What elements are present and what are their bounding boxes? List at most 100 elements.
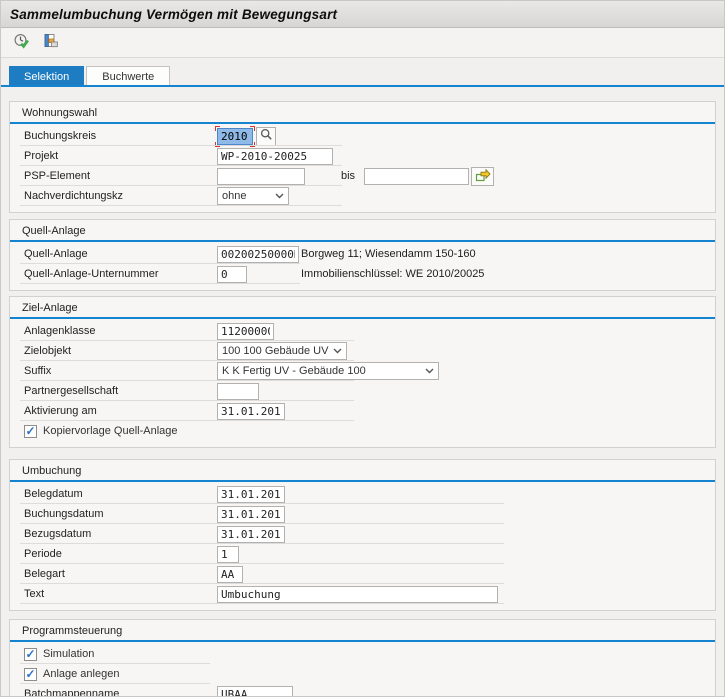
checkmark-icon: ✓	[25, 425, 35, 437]
buchungsdatum-input[interactable]	[217, 506, 285, 523]
projekt-label: Projekt	[24, 150, 217, 162]
group-umbuchung: Umbuchung Belegdatum Buchungsdatum Bezug…	[9, 459, 716, 611]
field-row-anlagenklasse: Anlagenklasse	[24, 321, 715, 341]
simulation-label: Simulation	[43, 648, 94, 660]
execute-button[interactable]	[10, 32, 32, 54]
belegart-label: Belegart	[24, 568, 217, 580]
psp-to-input[interactable]	[364, 168, 469, 185]
field-row-anlage-anlegen: ✓ Anlage anlegen	[24, 664, 715, 684]
belegdatum-label: Belegdatum	[24, 488, 217, 500]
sap-window: Sammelumbuchung Vermögen mit Bewegungsar…	[0, 0, 725, 697]
psp-from-input[interactable]	[217, 168, 305, 185]
group-quell-anlage-title: Quell-Anlage	[10, 220, 715, 240]
tab-buchwerte[interactable]: Buchwerte	[86, 66, 170, 87]
group-ziel-anlage-title: Ziel-Anlage	[10, 297, 715, 317]
group-programmsteuerung-title: Programmsteuerung	[10, 620, 715, 640]
chevron-down-icon	[333, 345, 342, 357]
field-row-partnergesellschaft: Partnergesellschaft	[24, 381, 715, 401]
immobilienschluessel-text: Immobilienschlüssel: WE 2010/20025	[301, 268, 484, 280]
suffix-value: K K Fertig UV - Gebäude 100	[222, 365, 366, 377]
group-ziel-anlage: Ziel-Anlage Anlagenklasse Zielobjekt 100…	[9, 296, 716, 448]
quell-anlage-description: Borgweg 11; Wiesendamm 150-160	[301, 248, 476, 260]
field-row-belegdatum: Belegdatum	[24, 484, 715, 504]
search-icon	[260, 128, 273, 144]
chevron-down-icon	[425, 365, 434, 377]
zielobjekt-label: Zielobjekt	[24, 345, 217, 357]
field-row-aktivierung-am: Aktivierung am	[24, 401, 715, 421]
suffix-label: Suffix	[24, 365, 217, 377]
text-input[interactable]	[217, 586, 498, 603]
multiple-selection-button[interactable]	[471, 167, 494, 186]
field-row-unternummer: Quell-Anlage-Unternummer Immobilienschlü…	[24, 264, 715, 284]
get-variant-icon	[42, 33, 59, 53]
anlage-anlegen-label: Anlage anlegen	[43, 668, 119, 680]
aktivierung-am-label: Aktivierung am	[24, 405, 217, 417]
psp-element-label: PSP-Element	[24, 170, 217, 182]
checkmark-icon: ✓	[25, 668, 35, 680]
suffix-dropdown[interactable]: K K Fertig UV - Gebäude 100	[217, 362, 439, 380]
batchmappenname-label: Batchmappenname	[24, 688, 217, 697]
periode-input[interactable]	[217, 546, 239, 563]
title-bar: Sammelumbuchung Vermögen mit Bewegungsar…	[1, 1, 724, 28]
zielobjekt-value: 100 100 Gebäude UV	[222, 345, 328, 357]
field-row-bezugsdatum: Bezugsdatum	[24, 524, 715, 544]
batchmappenname-input[interactable]	[217, 686, 293, 697]
selection-screen: Wohnungswahl Buchungskreis	[1, 87, 724, 697]
field-row-psp-element: PSP-Element bis	[24, 166, 715, 186]
field-row-kopiervorlage: ✓ Kopiervorlage Quell-Anlage	[24, 421, 715, 441]
kopiervorlage-label: Kopiervorlage Quell-Anlage	[43, 425, 178, 437]
field-row-quell-anlage: Quell-Anlage Borgweg 11; Wiesendamm 150-…	[24, 244, 715, 264]
tab-strip: Selektion Buchwerte	[1, 58, 724, 87]
field-row-simulation: ✓ Simulation	[24, 644, 715, 664]
nachverdichtungskz-dropdown[interactable]: ohne	[217, 187, 289, 205]
bezugsdatum-label: Bezugsdatum	[24, 528, 217, 540]
tab-accent-line	[1, 85, 724, 87]
unternummer-input[interactable]	[217, 266, 247, 283]
group-wohnungswahl-title: Wohnungswahl	[10, 102, 715, 122]
bezugsdatum-input[interactable]	[217, 526, 285, 543]
anlage-anlegen-checkbox[interactable]: ✓	[24, 668, 37, 681]
bis-label: bis	[341, 170, 355, 182]
chevron-down-icon	[275, 190, 284, 202]
text-label: Text	[24, 588, 217, 600]
simulation-checkbox[interactable]: ✓	[24, 648, 37, 661]
aktivierung-am-input[interactable]	[217, 403, 285, 420]
page-title: Sammelumbuchung Vermögen mit Bewegungsar…	[10, 7, 337, 22]
buchungsdatum-label: Buchungsdatum	[24, 508, 217, 520]
execute-clock-icon	[13, 33, 30, 53]
group-umbuchung-title: Umbuchung	[10, 460, 715, 480]
focus-indicator	[215, 126, 255, 147]
field-row-buchungsdatum: Buchungsdatum	[24, 504, 715, 524]
get-variant-button[interactable]	[39, 32, 61, 54]
buchungskreis-label: Buchungskreis	[24, 130, 217, 142]
field-row-text: Text	[24, 584, 715, 604]
partnergesellschaft-label: Partnergesellschaft	[24, 385, 217, 397]
application-toolbar	[1, 28, 724, 58]
belegart-input[interactable]	[217, 566, 243, 583]
anlagenklasse-input[interactable]	[217, 323, 274, 340]
unternummer-label: Quell-Anlage-Unternummer	[24, 268, 217, 280]
tab-selektion[interactable]: Selektion	[9, 66, 84, 87]
tab-buchwerte-label: Buchwerte	[102, 71, 154, 83]
field-row-batchmappenname: Batchmappenname	[24, 684, 715, 697]
quell-anlage-input[interactable]	[217, 246, 299, 263]
field-row-suffix: Suffix K K Fertig UV - Gebäude 100	[24, 361, 715, 381]
field-row-belegart: Belegart	[24, 564, 715, 584]
group-programmsteuerung: Programmsteuerung ✓ Simulation ✓ Anlage …	[9, 619, 716, 697]
group-quell-anlage: Quell-Anlage Quell-Anlage Borgweg 11; Wi…	[9, 219, 716, 291]
projekt-input[interactable]	[217, 148, 333, 165]
kopiervorlage-checkbox[interactable]: ✓	[24, 425, 37, 438]
checkmark-icon: ✓	[25, 648, 35, 660]
periode-label: Periode	[24, 548, 217, 560]
quell-anlage-label: Quell-Anlage	[24, 248, 217, 260]
nachverdichtungskz-value: ohne	[222, 190, 246, 202]
zielobjekt-dropdown[interactable]: 100 100 Gebäude UV	[217, 342, 347, 360]
field-row-nachverdichtungskz: Nachverdichtungskz ohne	[24, 186, 715, 206]
belegdatum-input[interactable]	[217, 486, 285, 503]
buchungskreis-input[interactable]	[217, 128, 253, 145]
value-help-button[interactable]	[256, 127, 276, 146]
partnergesellschaft-input[interactable]	[217, 383, 259, 400]
nachverdichtungskz-label: Nachverdichtungskz	[24, 190, 217, 202]
field-row-periode: Periode	[24, 544, 715, 564]
group-wohnungswahl: Wohnungswahl Buchungskreis	[9, 101, 716, 213]
